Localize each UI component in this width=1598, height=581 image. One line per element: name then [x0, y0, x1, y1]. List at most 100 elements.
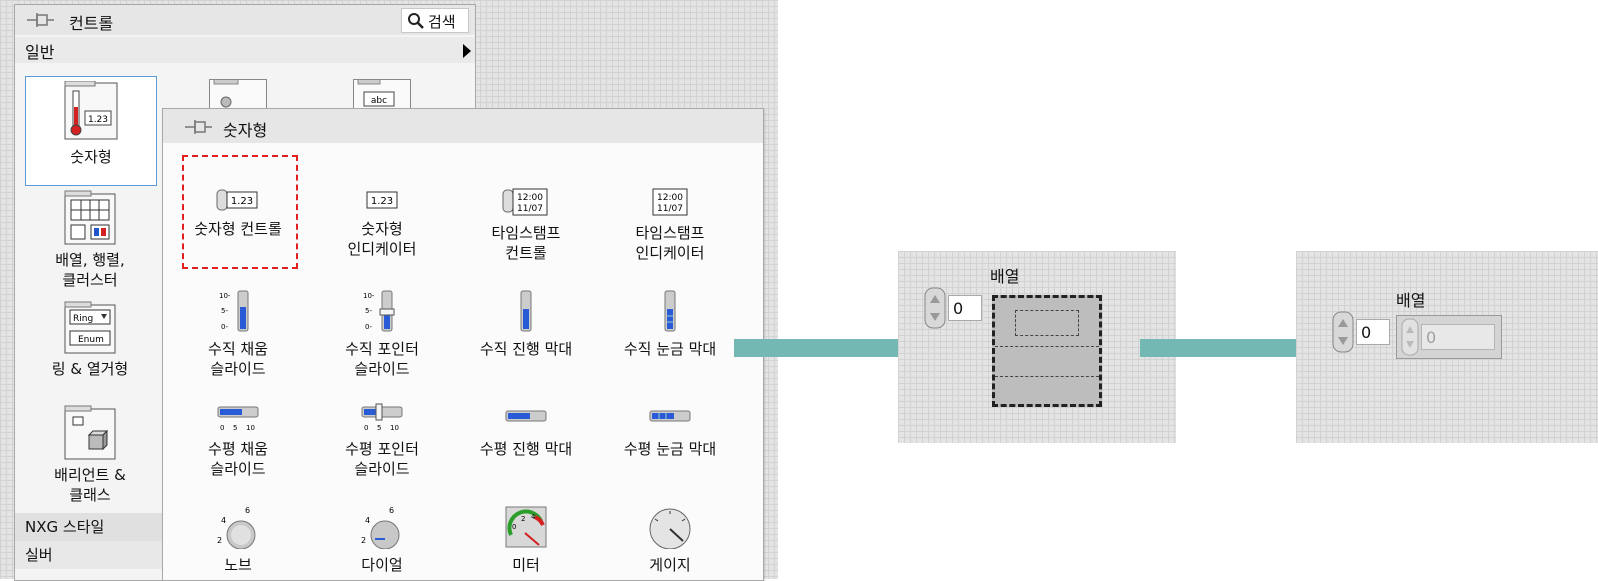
svg-text:2: 2 [521, 515, 525, 523]
item-label: 타임스탬프 [491, 224, 561, 242]
pin-icon[interactable] [185, 119, 213, 135]
item-label-2: 컨트롤 [505, 244, 547, 262]
index-spinner-icon[interactable] [924, 287, 946, 329]
horizontal-graduated-bar-icon [649, 410, 691, 422]
numeric-control-icon: 1.23 [216, 189, 258, 211]
item-label: 다이얼 [361, 556, 403, 574]
search-icon [408, 13, 424, 29]
side-item-label: 숫자형 [70, 148, 112, 166]
category-label: 실버 [25, 546, 53, 564]
item-label: 수평 눈금 막대 [623, 440, 717, 458]
side-item-ring-enum[interactable]: Ring Enum 링 & 열거형 [25, 301, 155, 379]
item-label: 수직 눈금 막대 [623, 340, 717, 358]
item-label: 수직 채움 [208, 340, 268, 358]
category-silver[interactable]: 실버 [15, 541, 163, 569]
numeric-indicator-icon: 1.23 [366, 191, 398, 209]
search-button[interactable]: 검색 [401, 8, 469, 33]
side-item-numeric[interactable]: 1.23 숫자형 [25, 76, 157, 186]
item-label-2: 슬라이드 [354, 360, 410, 378]
item-gauge[interactable]: 게이지 [600, 505, 740, 575]
palette-title-bar: 컨트롤 검색 [15, 5, 475, 35]
item-timestamp-indicator[interactable]: 12:00 11/07 타임스탬프 인디케이터 [600, 187, 740, 263]
svg-text:6: 6 [389, 506, 394, 515]
item-label-2: 슬라이드 [354, 460, 410, 478]
item-vertical-pointer-slide[interactable]: 10- 5- 0- 수직 포인터 슬라이드 [312, 289, 452, 379]
search-label: 검색 [428, 13, 456, 31]
item-label: 수평 포인터 [345, 440, 419, 458]
item-label: 수평 채움 [208, 440, 268, 458]
boolean-category-icon[interactable] [209, 77, 267, 111]
array-element-placeholder[interactable] [992, 295, 1102, 407]
svg-text:0: 0 [220, 424, 224, 432]
front-panel-numeric-array: 배열 0 0 [1296, 251, 1598, 443]
item-vertical-progress-bar[interactable]: 수직 진행 막대 [456, 289, 596, 359]
svg-text:12:00: 12:00 [657, 193, 683, 203]
palette-title: 컨트롤 [69, 14, 114, 33]
item-label: 숫자형 [361, 220, 403, 238]
index-display[interactable]: 0 [948, 295, 982, 321]
svg-text:Enum: Enum [78, 335, 104, 345]
svg-text:2: 2 [361, 536, 366, 545]
item-timestamp-control[interactable]: 12:00 11/07 타임스탬프 컨트롤 [456, 187, 596, 263]
svg-text:1.23: 1.23 [231, 196, 253, 207]
svg-text:4: 4 [531, 513, 536, 521]
item-dial[interactable]: 2 4 6 다이얼 [312, 505, 452, 575]
array-label: 배열 [1396, 291, 1426, 310]
item-label-2: 슬라이드 [210, 460, 266, 478]
index-display[interactable]: 0 [1356, 319, 1390, 345]
svg-text:Ring: Ring [73, 314, 93, 324]
side-item-label: 배열, 행렬, [55, 251, 125, 269]
item-numeric-indicator[interactable]: 1.23 숫자형 인디케이터 [312, 187, 452, 259]
svg-text:6: 6 [245, 506, 250, 515]
svg-text:0: 0 [364, 424, 368, 432]
subpalette-title: 숫자형 [223, 121, 268, 140]
horizontal-pointer-slide-icon: 0 5 10 [361, 403, 403, 432]
item-vertical-graduated-bar[interactable]: 수직 눈금 막대 [600, 289, 740, 359]
vertical-fill-slide-icon: 10- 5- 0- [219, 290, 249, 332]
side-item-variant-class[interactable]: 배리언트 & 클래스 [25, 405, 155, 505]
svg-text:10-: 10- [219, 292, 231, 300]
numeric-subpalette: 숫자형 1.23 숫자형 컨트롤 1.23 숫자형 인디케이터 12:00 11… [162, 108, 764, 581]
pin-icon[interactable] [27, 12, 55, 28]
element-spinner-icon[interactable] [1401, 318, 1419, 356]
item-vertical-fill-slide[interactable]: 10- 5- 0- 수직 채움 슬라이드 [168, 289, 308, 379]
vertical-progress-bar-icon [520, 290, 532, 332]
element-numeric-control[interactable]: 0 [1421, 324, 1495, 350]
svg-text:10: 10 [246, 424, 255, 432]
side-item-array-matrix-cluster[interactable]: 배열, 행렬, 클러스터 [25, 190, 155, 290]
svg-text:abc: abc [371, 96, 387, 106]
svg-text:5-: 5- [365, 307, 372, 315]
item-knob[interactable]: 2 4 6 노브 [168, 505, 308, 575]
subpalette-title-bar: 숫자형 [163, 109, 763, 143]
svg-text:1.23: 1.23 [371, 196, 393, 207]
item-horizontal-pointer-slide[interactable]: 0 5 10 수평 포인터 슬라이드 [312, 403, 452, 479]
item-horizontal-progress-bar[interactable]: 수평 진행 막대 [456, 403, 596, 459]
svg-text:10-: 10- [363, 292, 375, 300]
variant-class-icon [64, 405, 116, 460]
array-element-frame: 0 [1396, 315, 1502, 359]
side-item-label-2: 클래스 [69, 486, 111, 504]
item-label: 수직 포인터 [345, 340, 419, 358]
svg-text:4: 4 [221, 516, 226, 525]
category-nxg-style[interactable]: NXG 스타일 [15, 513, 163, 541]
front-panel-empty-array: 배열 0 [898, 251, 1176, 443]
horizontal-progress-bar-icon [505, 410, 547, 422]
item-numeric-control[interactable]: 1.23 숫자형 컨트롤 [168, 187, 308, 239]
category-general[interactable]: 일반 [15, 37, 475, 63]
item-label: 숫자형 컨트롤 [194, 220, 282, 238]
item-label: 타임스탬프 [635, 224, 705, 242]
svg-text:0: 0 [512, 523, 516, 531]
item-meter[interactable]: 0 2 4 미터 [456, 505, 596, 575]
svg-text:12:00: 12:00 [517, 193, 543, 203]
svg-text:0-: 0- [221, 323, 228, 331]
element-slot [1015, 310, 1079, 336]
svg-text:2: 2 [217, 536, 222, 545]
divider [995, 376, 1099, 377]
item-horizontal-graduated-bar[interactable]: 수평 눈금 막대 [600, 403, 740, 459]
string-category-icon[interactable]: abc [353, 77, 411, 111]
item-horizontal-fill-slide[interactable]: 0 5 10 수평 채움 슬라이드 [168, 403, 308, 479]
gauge-icon [649, 508, 691, 549]
timestamp-indicator-icon: 12:00 11/07 [652, 188, 688, 216]
category-label: NXG 스타일 [25, 518, 105, 536]
index-spinner-icon[interactable] [1332, 311, 1354, 353]
